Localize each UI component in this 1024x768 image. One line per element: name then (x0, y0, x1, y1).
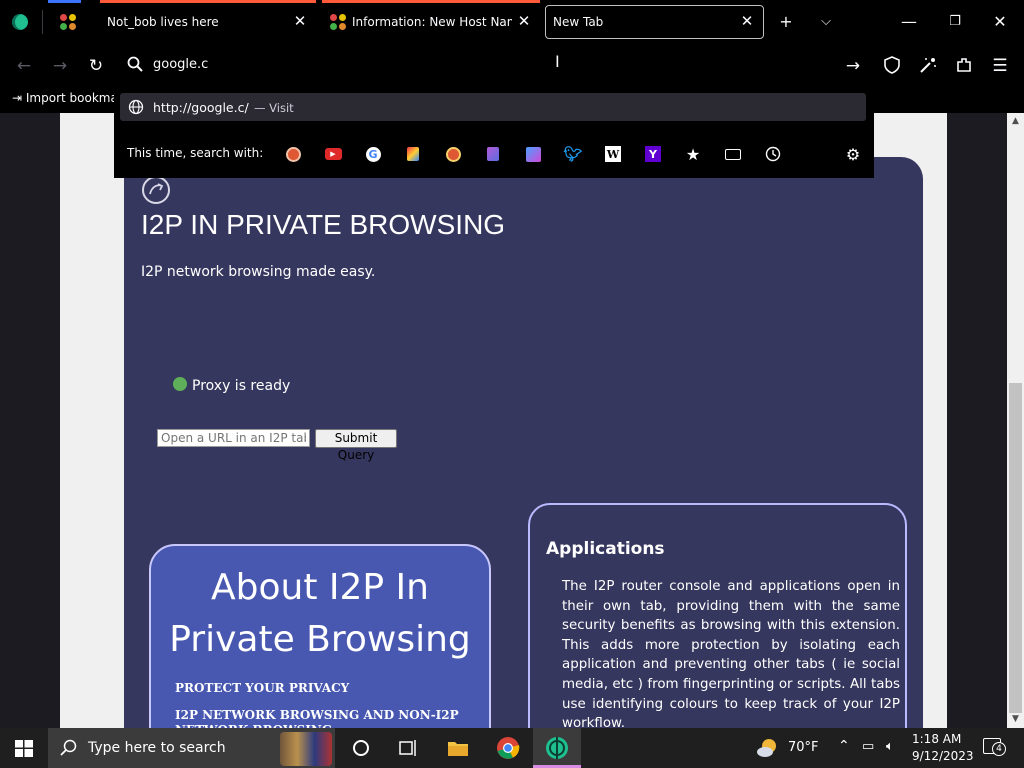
onion-engine-icon[interactable] (443, 144, 463, 164)
suggestion-row[interactable]: http://google.c/ — Visit (120, 93, 866, 121)
about-title: About I2P In Private Browsing (169, 567, 471, 660)
cortana-icon[interactable] (349, 736, 373, 760)
extension-wand-icon[interactable] (918, 56, 938, 74)
address-bar-input[interactable]: google.c (153, 57, 208, 72)
applications-body: The I2P router console and applications … (562, 579, 900, 732)
chrome-icon[interactable] (496, 736, 520, 760)
i2p-logo-icon (142, 176, 170, 204)
taskbar-search-placeholder: Type here to search (88, 740, 226, 756)
tab-information[interactable]: Information: New Host Name ✕ (322, 0, 540, 44)
reload-button[interactable]: ↻ (85, 55, 107, 77)
applications-title: Applications (546, 539, 665, 559)
volume-muted-icon[interactable]: 🔈︎ (886, 739, 894, 754)
bookmarks-star-icon[interactable]: ★ (683, 144, 703, 164)
shield-icon[interactable] (883, 56, 901, 74)
extensions-puzzle-icon[interactable] (955, 56, 973, 74)
tab-title: Information: New Host Name (352, 15, 512, 29)
search-highlight-image (280, 732, 332, 766)
search-with-label: This time, search with: (127, 146, 264, 160)
new-tab-button[interactable]: + (776, 12, 796, 32)
puzzle-engine-icon[interactable] (523, 144, 543, 164)
shield-engine-icon[interactable] (403, 144, 423, 164)
vertical-scrollbar[interactable]: ▲ ▼ (1007, 113, 1024, 728)
tab-strip: Not_bob lives here ✕ Information: New Ho… (0, 0, 1024, 44)
import-bookmarks-label: Import bookma (25, 91, 118, 105)
windows-taskbar: Type here to search 70°F ⌃ ▭ 🔈︎ 1:18 AM … (0, 728, 1024, 768)
chevron-up-icon[interactable]: ⌃ (838, 738, 850, 754)
notification-count-badge: 4 (992, 742, 1006, 756)
tab-title: New Tab (553, 15, 604, 29)
import-bookmarks-button[interactable]: ⇥ Import bookma (12, 91, 118, 105)
suggestion-action-label: Visit (269, 101, 294, 115)
scroll-up-arrow-icon[interactable]: ▲ (1007, 113, 1024, 130)
tabs-icon[interactable] (723, 144, 743, 164)
page-title: I2P IN PRIVATE BROWSING (141, 209, 506, 240)
taskbar-search-box[interactable]: Type here to search (48, 728, 335, 768)
close-window-button[interactable]: ✕ (990, 12, 1010, 32)
menu-hamburger-icon[interactable]: ☰ (989, 55, 1011, 77)
tab-not-bob[interactable]: Not_bob lives here ✕ (100, 0, 316, 44)
back-button[interactable]: ← (13, 55, 35, 77)
google-icon[interactable]: G (363, 144, 383, 164)
scrollbar-thumb[interactable] (1009, 383, 1022, 713)
browser-app-icon[interactable] (12, 14, 28, 30)
globe-icon (128, 99, 144, 115)
suggestion-url: http://google.c/ (153, 100, 249, 115)
history-clock-icon[interactable] (763, 144, 783, 164)
weather-icon[interactable] (755, 736, 779, 760)
proxy-status-icon (173, 377, 187, 391)
navigation-toolbar: ← → ↻ google.c I → ☰ (0, 44, 1024, 86)
close-icon[interactable]: ✕ (292, 13, 308, 29)
i2p-url-input[interactable] (157, 429, 310, 447)
search-icon (127, 56, 143, 72)
screen: Not_bob lives here ✕ Information: New Ho… (0, 0, 1024, 768)
about-item[interactable]: PROTECT YOUR PRIVACY (175, 681, 349, 695)
close-icon[interactable]: ✕ (739, 13, 755, 29)
text-cursor-icon: I (555, 52, 560, 71)
search-settings-gear-icon[interactable]: ⚙ (843, 144, 863, 164)
close-icon[interactable]: ✕ (516, 13, 532, 29)
page-subtitle: I2P network browsing made easy. (141, 264, 376, 280)
tab-new-tab[interactable]: New Tab ✕ (545, 0, 764, 44)
suggestion-separator: — (254, 101, 266, 115)
go-arrow-button[interactable]: → (842, 55, 864, 77)
file-explorer-icon[interactable] (446, 736, 470, 760)
tab-container-line (322, 0, 540, 3)
clock-date[interactable]: 9/12/2023 (912, 749, 974, 763)
weather-temperature[interactable]: 70°F (788, 740, 819, 755)
search-icon (60, 739, 77, 756)
windows-start-icon[interactable] (15, 740, 33, 757)
tab-favicon-icon (330, 14, 346, 30)
proxy-status-text: Proxy is ready (192, 378, 291, 394)
applications-card: Applications The I2P router console and … (528, 503, 907, 763)
tab-pinned[interactable] (52, 0, 86, 44)
task-view-icon[interactable] (396, 736, 420, 760)
about-item[interactable]: I2P NETWORK BROWSING AND NON-I2P (175, 708, 459, 722)
clock-time[interactable]: 1:18 AM (912, 732, 961, 746)
tab-container-line (100, 0, 316, 3)
scroll-down-arrow-icon[interactable]: ▼ (1007, 711, 1024, 728)
restore-button[interactable]: ❐ (945, 12, 965, 32)
minimize-button[interactable]: — (899, 12, 919, 32)
twitter-icon[interactable]: 🐦︎ (563, 144, 583, 164)
network-icon[interactable]: ▭ (862, 739, 874, 754)
forward-button[interactable]: → (49, 55, 71, 77)
list-all-tabs-button[interactable]: ⌵ (816, 12, 836, 32)
youtube-icon[interactable]: ▶ (323, 144, 343, 164)
tab-separator (42, 10, 43, 34)
duckduckgo-icon[interactable] (283, 144, 303, 164)
import-icon: ⇥ (12, 91, 26, 105)
wikipedia-icon[interactable]: W (603, 144, 623, 164)
cube-engine-icon[interactable] (483, 144, 503, 164)
yahoo-icon[interactable]: Y (643, 144, 663, 164)
tab-title: Not_bob lives here (107, 15, 219, 29)
urlbar-dropdown: http://google.c/ — Visit This time, sear… (114, 86, 874, 178)
browser-taskbar-icon[interactable] (545, 736, 569, 760)
tab-favicon-icon (60, 14, 76, 30)
submit-query-button[interactable]: Submit Query (315, 429, 397, 462)
suggestion-action: — Visit (254, 101, 294, 115)
